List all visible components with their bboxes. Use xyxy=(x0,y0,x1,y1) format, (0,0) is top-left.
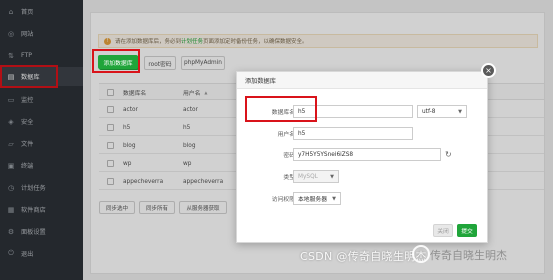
username-label: 用户名 xyxy=(277,132,295,138)
charset-value: utf-8 xyxy=(422,108,436,115)
type-select: MySQL ▼ xyxy=(293,170,339,183)
password-label: 密码 xyxy=(283,153,295,159)
charset-select[interactable]: utf-8 ▼ xyxy=(417,105,467,118)
refresh-password-icon[interactable]: ↻ xyxy=(445,148,455,161)
access-label: 访问权限 xyxy=(271,197,295,203)
type-label: 类型 xyxy=(283,175,295,181)
access-value: 本地服务器 xyxy=(298,197,327,203)
type-value: MySQL xyxy=(298,173,318,180)
submit-button[interactable]: 提交 xyxy=(457,224,477,237)
cancel-button[interactable]: 关闭 xyxy=(433,224,453,237)
wechat-logo-icon xyxy=(412,245,430,263)
close-dialog-button[interactable]: × xyxy=(481,63,496,78)
chevron-down-icon: ▼ xyxy=(458,109,462,115)
access-select[interactable]: 本地服务器 ▼ xyxy=(293,192,341,205)
dialog-title: 添加数据库 xyxy=(237,72,487,89)
chevron-down-icon: ▼ xyxy=(330,174,334,180)
csdn-watermark: CSDN @传奇自晓生明杰 xyxy=(300,250,427,263)
dbname-highlight-box xyxy=(245,96,317,122)
chevron-down-icon: ▼ xyxy=(332,196,336,202)
password-input[interactable]: y7H5Y5YSnei6iZS8 xyxy=(293,148,441,161)
username-input[interactable]: h5 xyxy=(293,127,413,140)
add-button-highlight-box xyxy=(92,49,140,73)
wechat-watermark: 传奇自晓生明杰 xyxy=(430,249,507,262)
